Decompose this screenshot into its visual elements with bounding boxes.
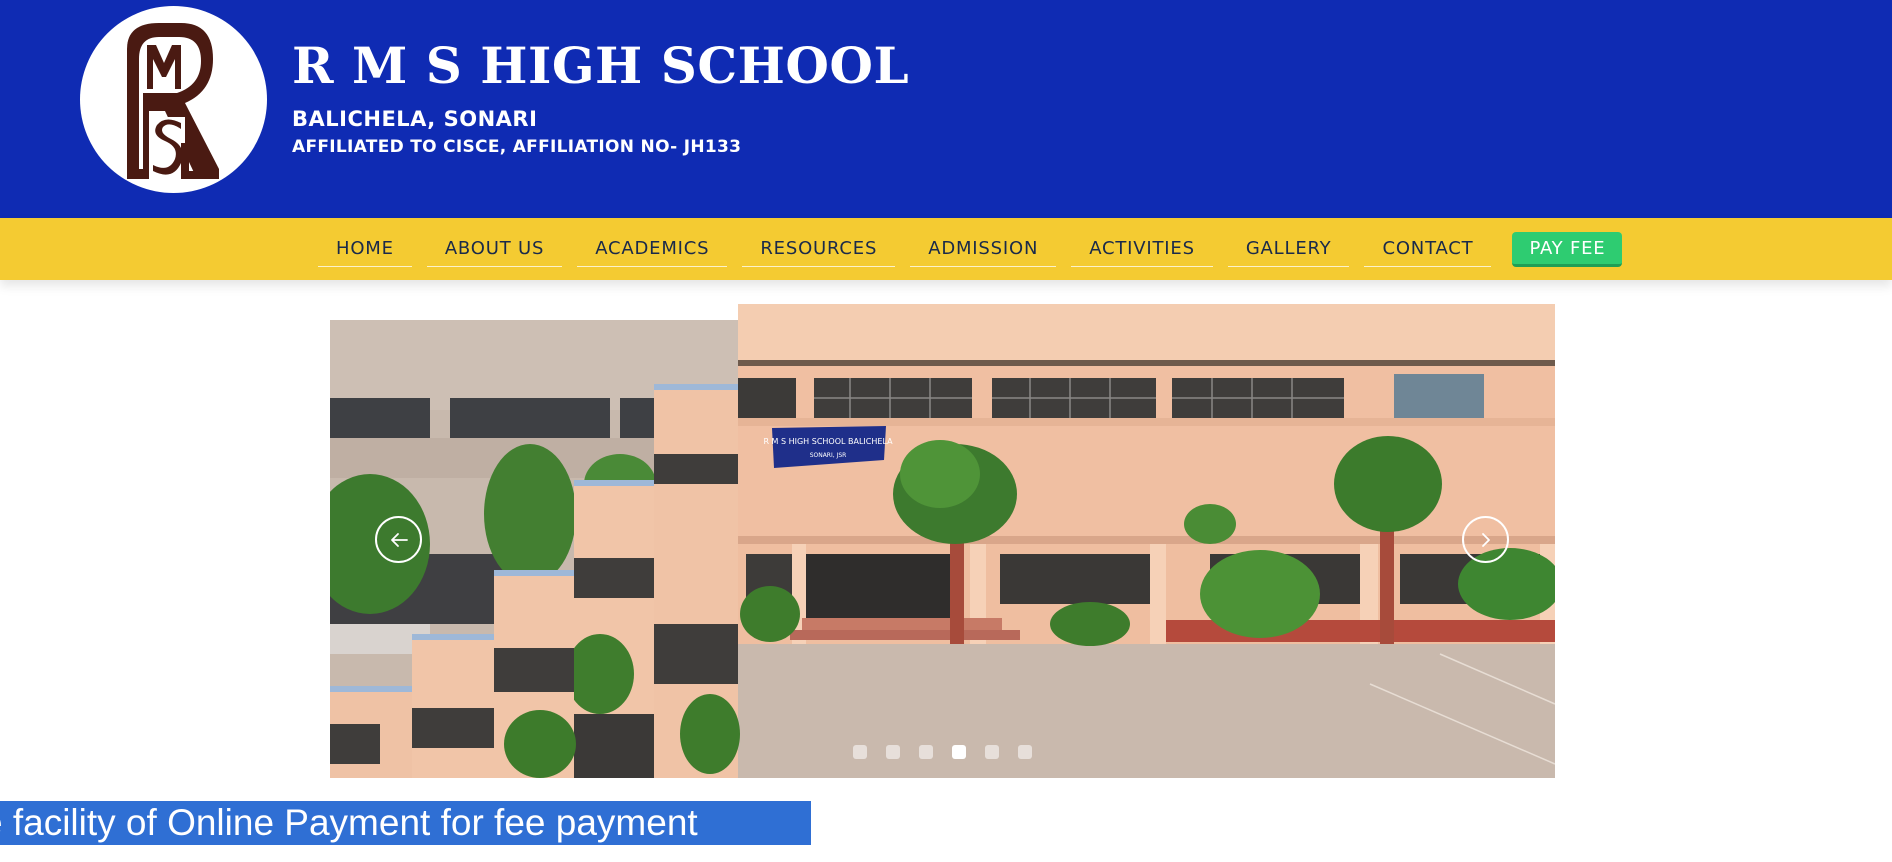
school-affiliation: AFFILIATED TO CISCE, AFFILIATION NO- JH1… <box>292 137 742 157</box>
arrow-left-icon <box>390 532 408 547</box>
nav-home[interactable]: HOME <box>318 232 412 267</box>
pay-fee-button[interactable]: PAY FEE <box>1512 231 1623 267</box>
slider-pagination <box>853 745 1051 759</box>
news-marquee: e facility of Online Payment for fee pay… <box>0 801 811 845</box>
banner-subtext: SONARI, JSR <box>810 452 847 459</box>
slider-prev-button[interactable] <box>375 516 422 563</box>
site-header: R M S HIGH SCHOOL BALICHELA, SONARI AFFI… <box>0 0 1892 218</box>
school-location: BALICHELA, SONARI <box>292 107 538 131</box>
slider-dot[interactable] <box>853 745 867 759</box>
nav-contact[interactable]: CONTACT <box>1364 232 1492 267</box>
rms-monogram-icon <box>126 22 219 179</box>
slider-dot[interactable] <box>985 745 999 759</box>
nav-list: HOME ABOUT US ACADEMICS RESOURCES ADMISS… <box>318 218 1623 280</box>
slider-dot[interactable] <box>886 745 900 759</box>
nav-activities[interactable]: ACTIVITIES <box>1071 232 1213 267</box>
slider-dot[interactable] <box>1018 745 1032 759</box>
school-logo[interactable] <box>80 6 267 193</box>
nav-resources[interactable]: RESOURCES <box>742 232 896 267</box>
slider-next-button[interactable] <box>1462 516 1509 563</box>
school-building-photo: R M S HIGH SCHOOL BALICHELA SONARI, JSR <box>330 304 1555 778</box>
banner-text: R M S HIGH SCHOOL BALICHELA <box>763 437 893 446</box>
nav-gallery[interactable]: GALLERY <box>1227 232 1350 267</box>
slider-dot[interactable] <box>919 745 933 759</box>
chevron-right-icon <box>1481 532 1490 547</box>
slider-dot-active[interactable] <box>952 745 966 759</box>
nav-about-us[interactable]: ABOUT US <box>426 232 563 267</box>
nav-academics[interactable]: ACADEMICS <box>577 232 728 267</box>
school-name: R M S HIGH SCHOOL <box>292 36 910 95</box>
main-navigation: HOME ABOUT US ACADEMICS RESOURCES ADMISS… <box>0 218 1892 280</box>
marquee-text[interactable]: e facility of Online Payment for fee pay… <box>0 803 698 843</box>
image-slider[interactable]: R M S HIGH SCHOOL BALICHELA SONARI, JSR <box>330 304 1555 778</box>
nav-admission[interactable]: ADMISSION <box>910 232 1057 267</box>
